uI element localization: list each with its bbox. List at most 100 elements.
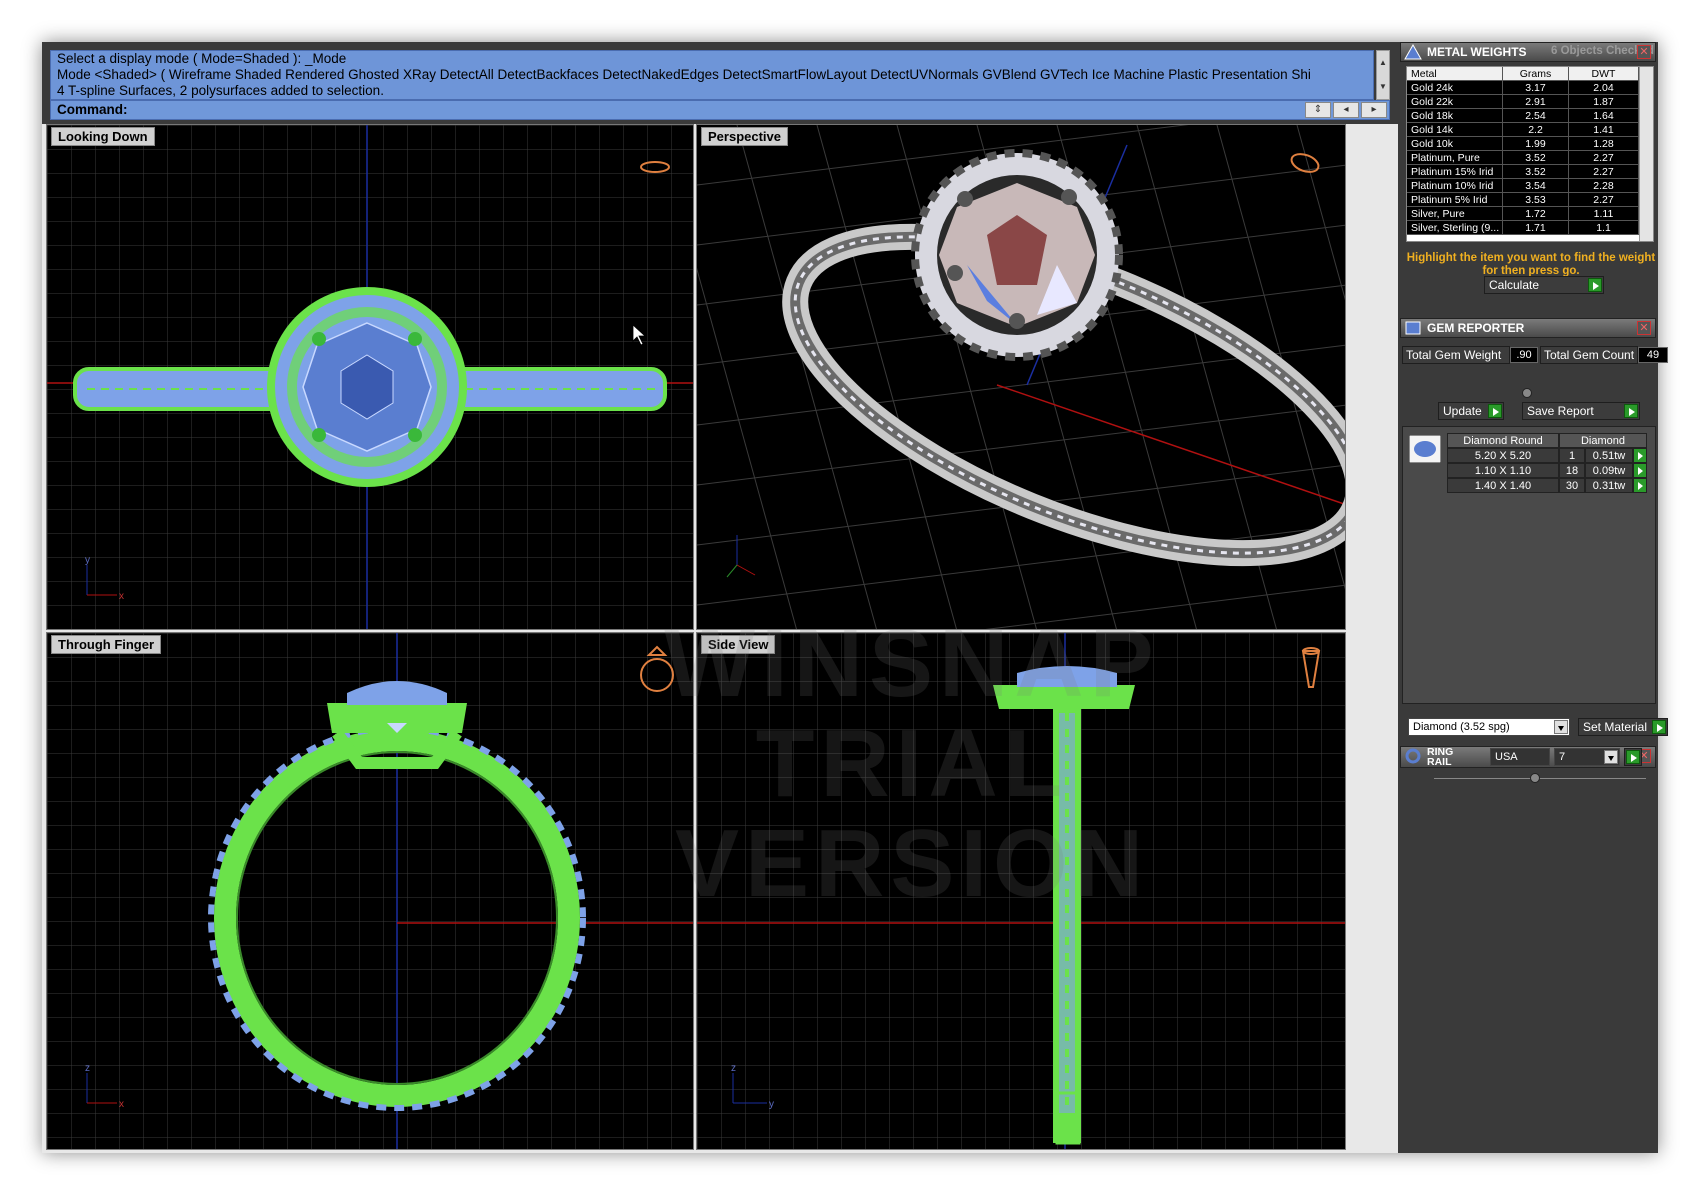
ring-size-select[interactable]: 7 (1554, 748, 1620, 766)
table-row[interactable]: 1.10 X 1.10 18 0.09tw (1447, 463, 1647, 478)
table-row[interactable]: Gold 14k 2.2 1.41 (1407, 123, 1653, 137)
table-row[interactable]: Platinum 5% Irid 3.53 2.27 (1407, 193, 1653, 207)
table-cell: 2.27 (1569, 165, 1639, 179)
table-row[interactable]: Gold 24k 3.17 2.04 (1407, 81, 1653, 95)
gem-list-area: Diamond Round Diamond 5.20 X 5.20 1 0.51tw… (1402, 426, 1656, 704)
table-row[interactable]: Platinum 10% Irid 3.54 2.28 (1407, 179, 1653, 193)
go-arrow-icon[interactable] (1652, 720, 1666, 734)
viewport-through-finger[interactable]: Through Finger z x (46, 632, 694, 1150)
panel-title: RING RAIL (1427, 747, 1453, 768)
total-gem-count-label: Total Gem Count (1540, 346, 1638, 364)
save-report-button[interactable]: Save Report (1522, 402, 1640, 420)
viewport-side-view[interactable]: Side View z y (696, 632, 1346, 1150)
app-window: Select a display mode ( Mode=Shaded ): _… (42, 42, 1668, 1153)
close-icon[interactable]: ✕ (1637, 321, 1651, 335)
column-header: Diamond Round (1447, 433, 1559, 448)
panel-title: GEM REPORTER (1427, 321, 1525, 335)
viewport-title[interactable]: Looking Down (51, 127, 155, 146)
table-header: Metal Grams DWT (1407, 67, 1653, 81)
arrow-left-icon[interactable]: ◂ (1333, 102, 1359, 118)
plugin-panel: METAL WEIGHTS 6 Objects Checked ✕ Metal … (1398, 42, 1668, 1153)
table-cell: 2.04 (1569, 81, 1639, 95)
table-cell: Silver, Sterling (9... (1407, 221, 1503, 235)
table-row[interactable]: Platinum 15% Irid 3.52 2.27 (1407, 165, 1653, 179)
viewport-title[interactable]: Through Finger (51, 635, 162, 654)
splitter-handle[interactable] (1522, 388, 1532, 398)
table-cell: Platinum 10% Irid (1407, 179, 1503, 193)
go-arrow-icon[interactable] (1588, 278, 1602, 292)
chevron-down-icon[interactable] (1554, 720, 1568, 734)
ring-rail-go-button[interactable] (1624, 748, 1642, 766)
table-cell: 0.51tw (1585, 448, 1633, 463)
table-cell: 1 (1559, 448, 1585, 463)
ring-size-country-select[interactable]: USA (1490, 748, 1550, 766)
table-cell: 1.28 (1569, 137, 1639, 151)
table-cell: Platinum 5% Irid (1407, 193, 1503, 207)
gem-table-body: 5.20 X 5.20 1 0.51tw 1.10 X 1.10 18 0.09tw 1.4… (1447, 448, 1647, 493)
go-arrow-icon[interactable] (1633, 463, 1647, 478)
table-cell: 0.09tw (1585, 463, 1633, 478)
table-cell: Platinum 15% Irid (1407, 165, 1503, 179)
table-row[interactable]: Gold 22k 2.91 1.87 (1407, 95, 1653, 109)
country-value: USA (1495, 751, 1518, 763)
calculate-button[interactable]: Calculate (1484, 276, 1604, 294)
table-row[interactable]: Gold 10k 1.99 1.28 (1407, 137, 1653, 151)
table-cell: 1.40 X 1.40 (1447, 478, 1559, 493)
material-select[interactable]: Diamond (3.52 spg) (1408, 718, 1570, 736)
table-cell: 1.99 (1503, 137, 1569, 151)
gem-table: Diamond Round Diamond 5.20 X 5.20 1 0.51tw… (1447, 433, 1647, 493)
command-history: Select a display mode ( Mode=Shaded ): _… (50, 50, 1374, 100)
column-header: Grams (1503, 67, 1569, 81)
arrow-right-icon[interactable]: ▸ (1361, 102, 1387, 118)
table-cell: 1.72 (1503, 207, 1569, 221)
scroll-down-icon[interactable]: ▼ (1377, 75, 1389, 99)
command-history-scrollbar[interactable]: ▲ ▼ (1376, 50, 1390, 100)
gem-reporter-icon (1405, 321, 1421, 335)
viewport-perspective[interactable]: Perspective (696, 124, 1346, 630)
close-icon[interactable]: ✕ (1637, 45, 1651, 59)
metal-weights-table[interactable]: Metal Grams DWT Gold 24k 3.17 2.04 Gold 22k… (1406, 66, 1654, 242)
metal-weights-header: METAL WEIGHTS 6 Objects Checked ✕ (1400, 42, 1656, 62)
table-cell: 1.87 (1569, 95, 1639, 109)
gem-reporter-header: GEM REPORTER ✕ (1400, 318, 1656, 338)
scroll-up-icon[interactable]: ▲ (1377, 51, 1389, 75)
go-arrow-icon[interactable] (1633, 478, 1647, 493)
update-button[interactable]: Update (1438, 402, 1504, 420)
set-material-button[interactable]: Set Material (1578, 718, 1668, 736)
command-history-line: Mode <Shaded> ( Wireframe Shaded Rendere… (57, 67, 1311, 82)
chevron-down-icon[interactable] (1604, 750, 1618, 764)
table-cell: Gold 14k (1407, 123, 1503, 137)
perspective-canvas (697, 125, 1345, 629)
table-row[interactable]: 1.40 X 1.40 30 0.31tw (1447, 478, 1647, 493)
column-header: Metal (1407, 67, 1503, 81)
viewport-title[interactable]: Perspective (701, 127, 788, 146)
viewport-looking-down[interactable]: Looking Down y x (46, 124, 694, 630)
top-view-canvas: y x (47, 125, 693, 629)
go-arrow-icon[interactable] (1626, 750, 1640, 764)
table-row[interactable]: Silver, Pure 1.72 1.11 (1407, 207, 1653, 221)
table-cell: Platinum, Pure (1407, 151, 1503, 165)
command-line[interactable]: Command: ⇕ ◂ ▸ (50, 100, 1390, 120)
go-arrow-icon[interactable] (1624, 404, 1638, 418)
table-cell: 1.41 (1569, 123, 1639, 137)
viewport-title[interactable]: Side View (701, 635, 776, 654)
total-gem-count-value: 49 (1638, 347, 1668, 363)
svg-text:z: z (85, 1063, 90, 1074)
gem-table-header: Diamond Round Diamond (1447, 433, 1647, 448)
table-scrollbar[interactable] (1639, 67, 1653, 241)
material-select-value: Diamond (3.52 spg) (1413, 721, 1510, 733)
spin-icon[interactable]: ⇕ (1305, 102, 1331, 118)
weight-hint: Highlight the item you want to find the … (1406, 252, 1656, 277)
update-label: Update (1443, 404, 1482, 418)
table-cell: 1.71 (1503, 221, 1569, 235)
table-row[interactable]: Silver, Sterling (9... 1.71 1.1 (1407, 221, 1653, 235)
table-row[interactable]: Platinum, Pure 3.52 2.27 (1407, 151, 1653, 165)
go-arrow-icon[interactable] (1633, 448, 1647, 463)
go-arrow-icon[interactable] (1488, 404, 1502, 418)
svg-text:y: y (769, 1099, 774, 1110)
table-row[interactable]: 5.20 X 5.20 1 0.51tw (1447, 448, 1647, 463)
table-row[interactable]: Gold 18k 2.54 1.64 (1407, 109, 1653, 123)
table-cell: 1.1 (1569, 221, 1639, 235)
ring-rail-icon (1405, 748, 1421, 764)
splitter-handle[interactable] (1530, 773, 1540, 783)
